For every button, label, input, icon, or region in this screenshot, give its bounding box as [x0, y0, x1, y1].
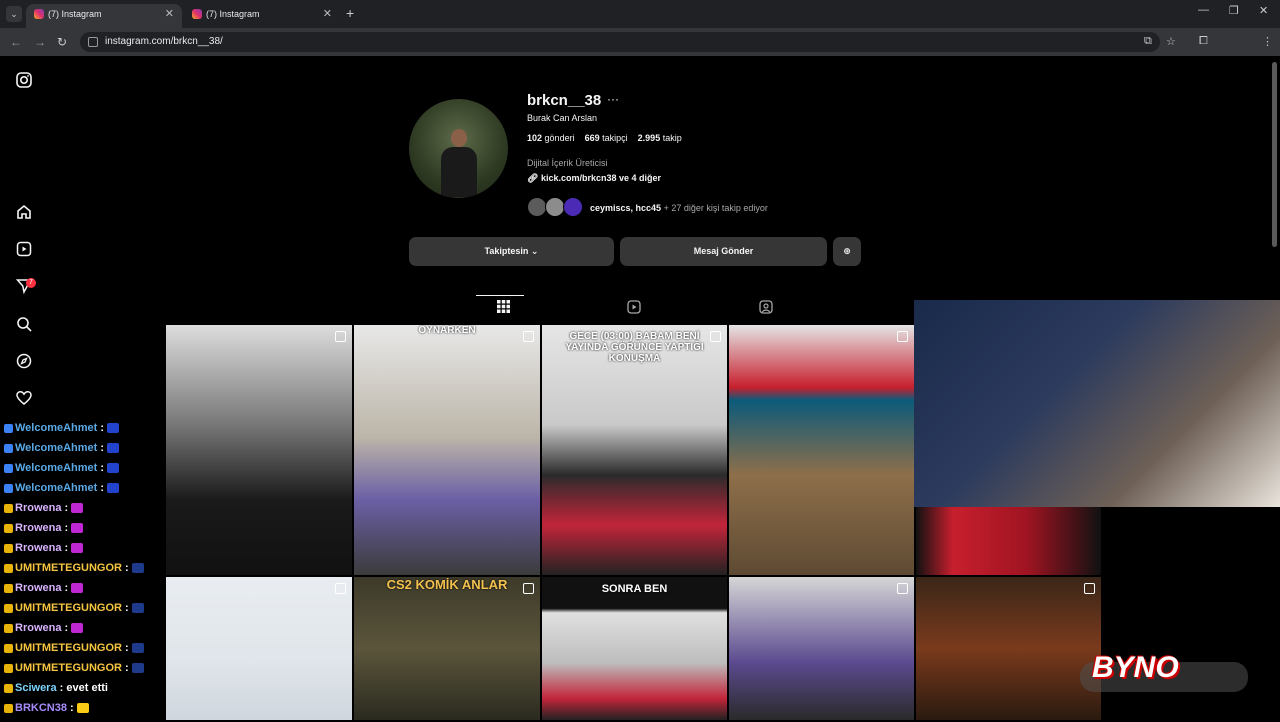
profile-category: Dijital İçerik Üreticisi — [527, 158, 608, 168]
chat-message: Sciwera : evet etti — [4, 682, 108, 694]
search-icon[interactable] — [14, 316, 34, 336]
stream-chat: WelcomeAhmet : WelcomeAhmet : WelcomeAhm… — [0, 422, 170, 722]
reel-icon — [710, 331, 721, 342]
reel-icon — [523, 331, 534, 342]
reel-icon — [523, 583, 534, 594]
url-text: instagram.com/brkcn__38/ — [105, 36, 223, 47]
chat-message: UMITMETEGUNGOR : — [4, 662, 144, 674]
reels-icon[interactable] — [14, 241, 34, 261]
profile-link[interactable]: 🔗︎ kick.com/brkcn38 ve 4 diğer — [527, 173, 661, 184]
byno-logo: BYNO — [1092, 651, 1179, 684]
chat-message: WelcomeAhmet : — [4, 422, 120, 434]
browser-tab-2[interactable]: (7) Instagram ✕ — [184, 4, 340, 28]
profile-username: brkcn__38 — [527, 92, 602, 109]
browser-menu-icon[interactable]: ⋮ — [1262, 35, 1273, 48]
reels-tab-icon[interactable] — [627, 300, 641, 317]
chat-message: Rrowena : — [4, 622, 84, 634]
forward-icon[interactable]: → — [34, 35, 46, 49]
close-tab-icon[interactable]: ✕ — [165, 4, 174, 24]
tab-title: (7) Instagram — [206, 9, 260, 19]
post-tile[interactable] — [166, 577, 352, 720]
back-icon[interactable]: ← — [10, 35, 22, 49]
close-window-icon[interactable]: ✕ — [1259, 4, 1268, 17]
chevron-down-icon: ⌄ — [530, 246, 539, 256]
address-bar: ← → ↻ instagram.com/brkcn__38/ ⧉ ☆ ⧠ ⋮ — [0, 28, 1280, 78]
posts-grid-icon[interactable] — [497, 300, 510, 316]
browser-tab-bar: ⌄ (7) Instagram ✕ (7) Instagram ✕ + — ❐ … — [0, 0, 1280, 28]
link-icon: 🔗︎ — [527, 173, 539, 183]
reel-icon — [335, 583, 346, 594]
explore-icon[interactable] — [14, 353, 34, 373]
tab-search-icon[interactable]: ⌄ — [6, 6, 22, 22]
options-more-icon[interactable]: ··· — [607, 92, 619, 106]
instagram-page: 7 brkcn__38 ··· Burak Can Arslan 102 gön… — [0, 56, 1280, 720]
url-field[interactable]: instagram.com/brkcn__38/ — [80, 32, 1160, 52]
active-tab-indicator — [476, 295, 524, 296]
webcam-lower-area — [916, 507, 1101, 575]
following-stat[interactable]: 2.995 takip — [638, 133, 682, 143]
reel-icon — [897, 583, 908, 594]
chat-message: Rrowena : — [4, 542, 84, 554]
page-scrollbar[interactable] — [1272, 62, 1277, 247]
chat-message: UMITMETEGUNGOR : — [4, 642, 144, 654]
streamer-webcam — [914, 300, 1280, 507]
profile-stats: 102 gönderi 669 takipçi 2.995 takip — [527, 133, 682, 143]
chat-message: WelcomeAhmet : — [4, 462, 120, 474]
notifications-heart-icon[interactable] — [14, 390, 34, 410]
suggest-user-icon[interactable]: ⊕ — [833, 237, 861, 266]
reel-icon — [897, 331, 908, 342]
restore-icon[interactable]: ❐ — [1229, 4, 1239, 17]
mutual-followers-avatars[interactable] — [527, 197, 583, 217]
chat-message: WelcomeAhmet : — [4, 442, 120, 454]
post-tile[interactable] — [729, 577, 914, 720]
post-tile[interactable]: GECE (03:00) BABAM BENİ YAYINDA GÖRÜNCE … — [542, 325, 727, 575]
profile-avatar[interactable] — [409, 99, 508, 198]
extensions-icon[interactable]: ⧠ — [1199, 35, 1208, 48]
send-message-button[interactable]: Mesaj Gönder — [620, 237, 827, 266]
new-tab-button[interactable]: + — [346, 4, 354, 22]
browser-tab-1[interactable]: (7) Instagram ✕ — [26, 4, 182, 28]
post-tile[interactable]: SONRA BEN — [542, 577, 727, 720]
post-tile[interactable]: OYNARKEN — [354, 325, 540, 575]
followers-stat[interactable]: 669 takipçi — [585, 133, 628, 143]
followed-by-text[interactable]: ceymiscs, hcc45 + 27 diğer kişi takip ed… — [590, 203, 768, 213]
following-button[interactable]: Takiptesin ⌄ — [409, 237, 614, 266]
tagged-tab-icon[interactable] — [759, 300, 773, 317]
site-info-icon[interactable] — [88, 37, 98, 47]
close-tab-icon[interactable]: ✕ — [323, 4, 332, 24]
post-tile[interactable]: CS2 KOMİK ANLAR — [354, 577, 540, 720]
chat-message: Rrowena : — [4, 502, 84, 514]
reel-icon — [1084, 583, 1095, 594]
bookmark-star-icon[interactable]: ☆ — [1166, 35, 1176, 48]
home-icon[interactable] — [14, 204, 34, 224]
reload-icon[interactable]: ↻ — [57, 35, 67, 49]
chat-message: Rrowena : — [4, 522, 84, 534]
instagram-favicon-icon — [34, 9, 44, 19]
chat-message: BRKCN38 : — [4, 702, 89, 714]
chat-message: UMITMETEGUNGOR : — [4, 562, 144, 574]
post-tile[interactable] — [729, 325, 914, 575]
instagram-logo-icon[interactable] — [14, 72, 34, 92]
profile-full-name: Burak Can Arslan — [527, 113, 598, 123]
posts-stat: 102 gönderi — [527, 133, 575, 143]
install-app-icon[interactable]: ⧉ — [1144, 35, 1152, 48]
notification-badge: 7 — [26, 278, 36, 288]
chat-message: Rrowena : — [4, 582, 84, 594]
post-tile[interactable] — [916, 577, 1101, 720]
tab-title: (7) Instagram — [48, 9, 102, 19]
post-tile[interactable] — [166, 325, 352, 575]
reel-icon — [335, 331, 346, 342]
instagram-favicon-icon — [192, 9, 202, 19]
minimize-icon[interactable]: — — [1198, 4, 1209, 16]
chat-message: UMITMETEGUNGOR : — [4, 602, 144, 614]
chat-message: WelcomeAhmet : — [4, 482, 120, 494]
